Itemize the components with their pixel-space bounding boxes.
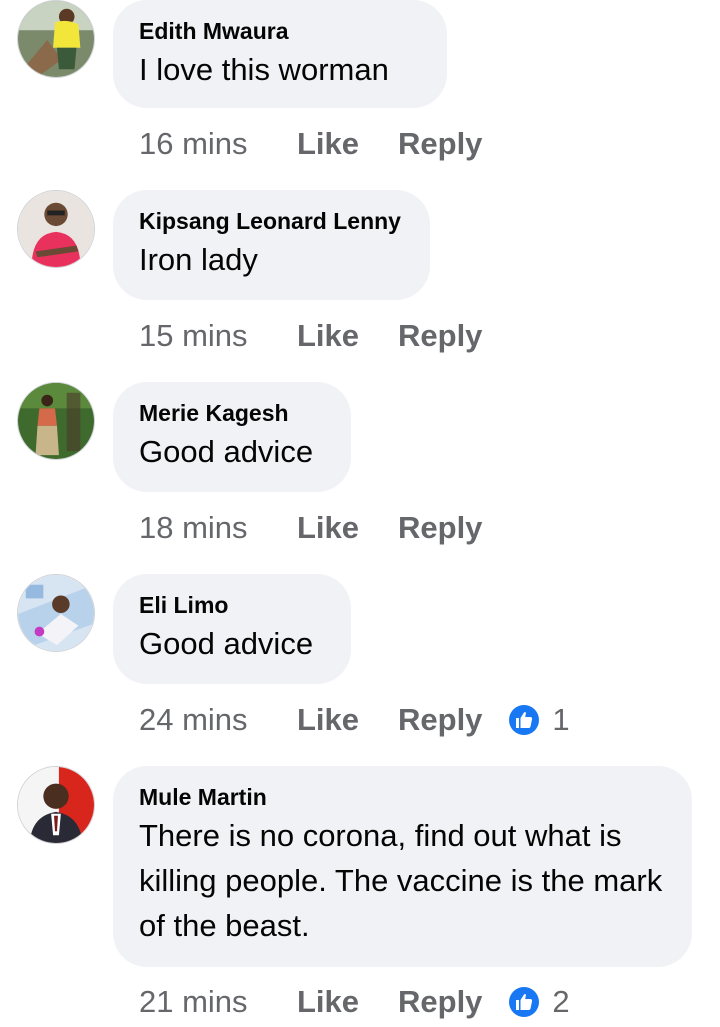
comment-text: I love this worman <box>139 52 389 87</box>
like-button[interactable]: Like <box>297 702 398 738</box>
like-button[interactable]: Like <box>297 318 398 354</box>
comment-author[interactable]: Mule Martin <box>139 783 666 811</box>
avatar[interactable] <box>17 0 95 78</box>
like-button[interactable]: Like <box>297 510 398 546</box>
reply-button[interactable]: Reply <box>398 702 482 738</box>
avatar[interactable] <box>17 382 95 460</box>
comment-text: There is no corona, find out what is kil… <box>139 818 663 943</box>
comment-actions: 15 mins Like Reply <box>139 316 482 356</box>
like-icon <box>508 704 540 736</box>
comment-actions: 16 mins Like Reply <box>139 124 482 164</box>
comment-bubble: Edith Mwaura I love this worman <box>113 0 447 108</box>
reaction-count: 2 <box>552 984 570 1019</box>
avatar[interactable] <box>17 766 95 844</box>
comment-text: Good advice <box>139 434 314 469</box>
reply-button[interactable]: Reply <box>398 318 482 354</box>
like-icon <box>508 986 540 1018</box>
comment-timestamp[interactable]: 16 mins <box>139 126 297 162</box>
like-button[interactable]: Like <box>297 126 398 162</box>
avatar[interactable] <box>17 574 95 652</box>
comment-author[interactable]: Edith Mwaura <box>139 17 421 45</box>
reply-button[interactable]: Reply <box>398 984 482 1020</box>
comment-timestamp[interactable]: 24 mins <box>139 702 297 738</box>
comment-text: Good advice <box>139 626 314 661</box>
reply-button[interactable]: Reply <box>398 126 482 162</box>
comment-bubble: Kipsang Leonard Lenny Iron lady <box>113 190 430 300</box>
comment-timestamp[interactable]: 21 mins <box>139 984 297 1020</box>
reaction-summary[interactable]: 2 <box>508 984 570 1020</box>
comment-timestamp[interactable]: 18 mins <box>139 510 297 546</box>
reaction-summary[interactable]: 1 <box>508 702 570 738</box>
comment-actions: 21 mins Like Reply 2 <box>139 982 570 1022</box>
comment-timestamp[interactable]: 15 mins <box>139 318 297 354</box>
reaction-count: 1 <box>552 702 570 737</box>
reply-button[interactable]: Reply <box>398 510 482 546</box>
comment-text: Iron lady <box>139 242 258 277</box>
comment-author[interactable]: Merie Kagesh <box>139 399 325 427</box>
comment-actions: 18 mins Like Reply <box>139 508 482 548</box>
comment-bubble: Merie Kagesh Good advice <box>113 382 351 492</box>
comment-actions: 24 mins Like Reply 1 <box>139 700 570 740</box>
like-button[interactable]: Like <box>297 984 398 1020</box>
comment-author[interactable]: Eli Limo <box>139 591 325 619</box>
comment-bubble: Eli Limo Good advice <box>113 574 351 684</box>
comment-author[interactable]: Kipsang Leonard Lenny <box>139 207 404 235</box>
avatar[interactable] <box>17 190 95 268</box>
comment-bubble: Mule Martin There is no corona, find out… <box>113 766 692 967</box>
